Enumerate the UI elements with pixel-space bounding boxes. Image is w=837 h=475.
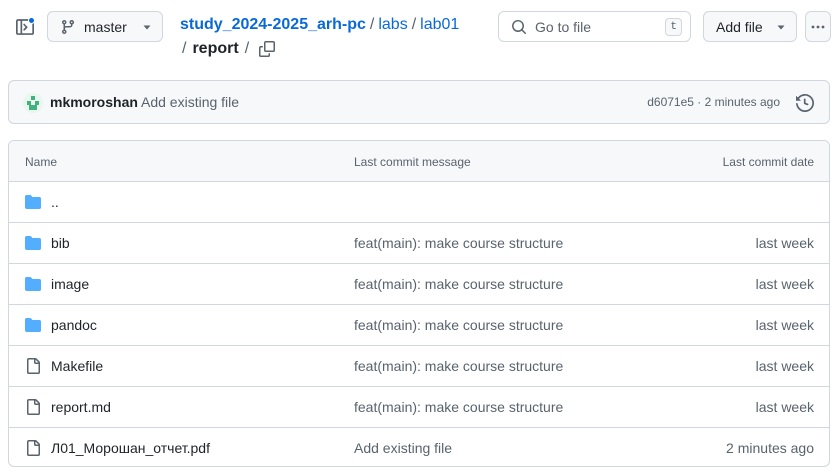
table-row[interactable]: bib feat(main): make course structure last… bbox=[9, 223, 829, 264]
commit-message-link[interactable]: Add existing file bbox=[354, 440, 452, 456]
commit-date: last week bbox=[755, 358, 814, 374]
breadcrumb-separator: / bbox=[182, 40, 187, 57]
add-file-button[interactable]: Add file bbox=[703, 11, 797, 42]
folder-icon bbox=[25, 277, 41, 291]
kebab-horizontal-icon bbox=[811, 25, 825, 28]
folder-icon bbox=[25, 318, 41, 332]
file-name-link[interactable]: bib bbox=[51, 235, 70, 251]
avatar[interactable] bbox=[23, 93, 43, 113]
commit-message-link[interactable]: feat(main): make course structure bbox=[354, 399, 563, 415]
commit-message-link[interactable]: feat(main): make course structure bbox=[354, 317, 563, 333]
current-directory-name: report bbox=[192, 40, 239, 57]
history-icon bbox=[796, 94, 814, 112]
search-icon bbox=[512, 19, 527, 34]
table-row[interactable]: Makefile feat(main): make course structur… bbox=[9, 346, 829, 387]
go-to-file-input[interactable] bbox=[535, 18, 658, 35]
breadcrumb-separator: / bbox=[244, 40, 250, 57]
copy-icon[interactable] bbox=[259, 41, 276, 57]
commit-date: 2 minutes ago bbox=[726, 440, 814, 456]
commit-date: last week bbox=[755, 399, 814, 415]
add-file-label: Add file bbox=[716, 18, 763, 35]
file-name-link[interactable]: image bbox=[51, 276, 89, 292]
sidebar-toggle-button[interactable] bbox=[12, 14, 38, 40]
breadcrumb-labs-link[interactable]: labs bbox=[378, 16, 407, 33]
commit-message-link[interactable]: feat(main): make course structure bbox=[354, 235, 563, 251]
commit-date: last week bbox=[755, 276, 814, 292]
file-name-link[interactable]: report.md bbox=[51, 399, 111, 415]
file-icon bbox=[27, 399, 40, 415]
keyboard-shortcut-hint: t bbox=[665, 17, 682, 36]
commit-author-link[interactable]: mkmoroshan bbox=[50, 94, 138, 110]
breadcrumb-separator: / bbox=[411, 16, 417, 33]
commit-message-link[interactable]: Add existing file bbox=[141, 94, 239, 110]
file-name-link[interactable]: .. bbox=[51, 194, 59, 210]
commit-message-link[interactable]: feat(main): make course structure bbox=[354, 358, 563, 374]
column-header-message: Last commit message bbox=[354, 155, 471, 169]
commit-message-link[interactable]: feat(main): make course structure bbox=[354, 276, 563, 292]
breadcrumb: study_2024-2025_arh-pc / labs / lab01 bbox=[180, 14, 459, 36]
file-icon bbox=[27, 440, 40, 456]
column-header-date: Last commit date bbox=[722, 155, 814, 169]
breadcrumb-repo-link[interactable]: study_2024-2025_arh-pc bbox=[180, 16, 366, 33]
more-options-button[interactable] bbox=[805, 11, 831, 42]
table-body: .. bib feat(main): make course structure la… bbox=[9, 182, 829, 466]
git-branch-icon bbox=[61, 19, 74, 34]
file-name-link[interactable]: Makefile bbox=[51, 358, 103, 374]
table-header: Name Last commit message Last commit dat… bbox=[9, 141, 829, 182]
latest-commit-bar: mkmoroshan Add existing file d6071e5 · 2… bbox=[8, 80, 830, 124]
breadcrumb-separator: / bbox=[369, 16, 375, 33]
history-button[interactable] bbox=[795, 93, 815, 113]
folder-icon bbox=[25, 236, 41, 250]
notification-dot bbox=[28, 17, 35, 24]
file-name-link[interactable]: pandoc bbox=[51, 317, 97, 333]
commit-date: last week bbox=[755, 317, 814, 333]
caret-down-icon bbox=[777, 25, 785, 29]
table-row[interactable]: Л01_Морошан_отчет.pdf Add existing file 2 … bbox=[9, 428, 829, 466]
repo-header: master study_2024-2025_arh-pc / labs / lab01… bbox=[0, 0, 837, 72]
folder-icon bbox=[25, 195, 41, 209]
identicon-icon bbox=[23, 93, 43, 113]
file-table: Name Last commit message Last commit dat… bbox=[8, 140, 830, 467]
breadcrumb-current: / report / bbox=[182, 38, 276, 60]
commit-sha-time[interactable]: d6071e5 · 2 minutes ago bbox=[647, 95, 780, 109]
file-icon bbox=[27, 358, 40, 374]
caret-down-icon bbox=[143, 25, 151, 29]
commit-date: last week bbox=[755, 235, 814, 251]
table-row[interactable]: report.md feat(main): make course structu… bbox=[9, 387, 829, 428]
breadcrumb-lab01-link[interactable]: lab01 bbox=[420, 16, 459, 33]
branch-selector-button[interactable]: master bbox=[47, 11, 163, 42]
table-row[interactable]: image feat(main): make course structure la… bbox=[9, 264, 829, 305]
go-to-file-search[interactable]: t bbox=[498, 11, 691, 42]
table-row[interactable]: .. bbox=[9, 182, 829, 223]
column-header-name: Name bbox=[25, 155, 58, 169]
file-name-link[interactable]: Л01_Морошан_отчет.pdf bbox=[51, 440, 210, 456]
table-row[interactable]: pandoc feat(main): make course structure l… bbox=[9, 305, 829, 346]
branch-name: master bbox=[84, 18, 127, 35]
